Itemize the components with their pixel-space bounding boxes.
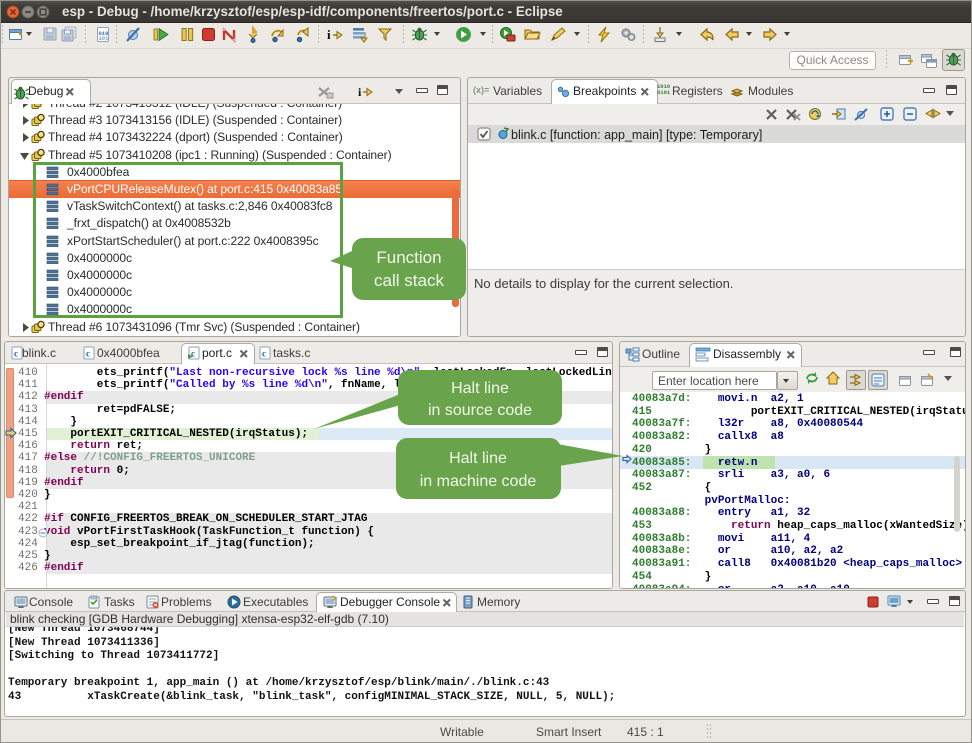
svg-text:c: c bbox=[262, 349, 266, 359]
svg-text:101: 101 bbox=[99, 35, 110, 42]
svg-text:Function: Function bbox=[376, 248, 441, 267]
svg-text:in machine code: in machine code bbox=[420, 473, 537, 490]
svg-text:c: c bbox=[86, 349, 90, 359]
svg-text:in source code: in source code bbox=[428, 402, 532, 419]
svg-text:i: i bbox=[358, 85, 362, 99]
svg-text:i: i bbox=[327, 27, 331, 42]
svg-text:c: c bbox=[14, 349, 18, 359]
svg-text:Halt line: Halt line bbox=[449, 450, 507, 467]
svg-text:Halt line: Halt line bbox=[451, 380, 509, 397]
svg-text:call stack: call stack bbox=[374, 271, 444, 290]
